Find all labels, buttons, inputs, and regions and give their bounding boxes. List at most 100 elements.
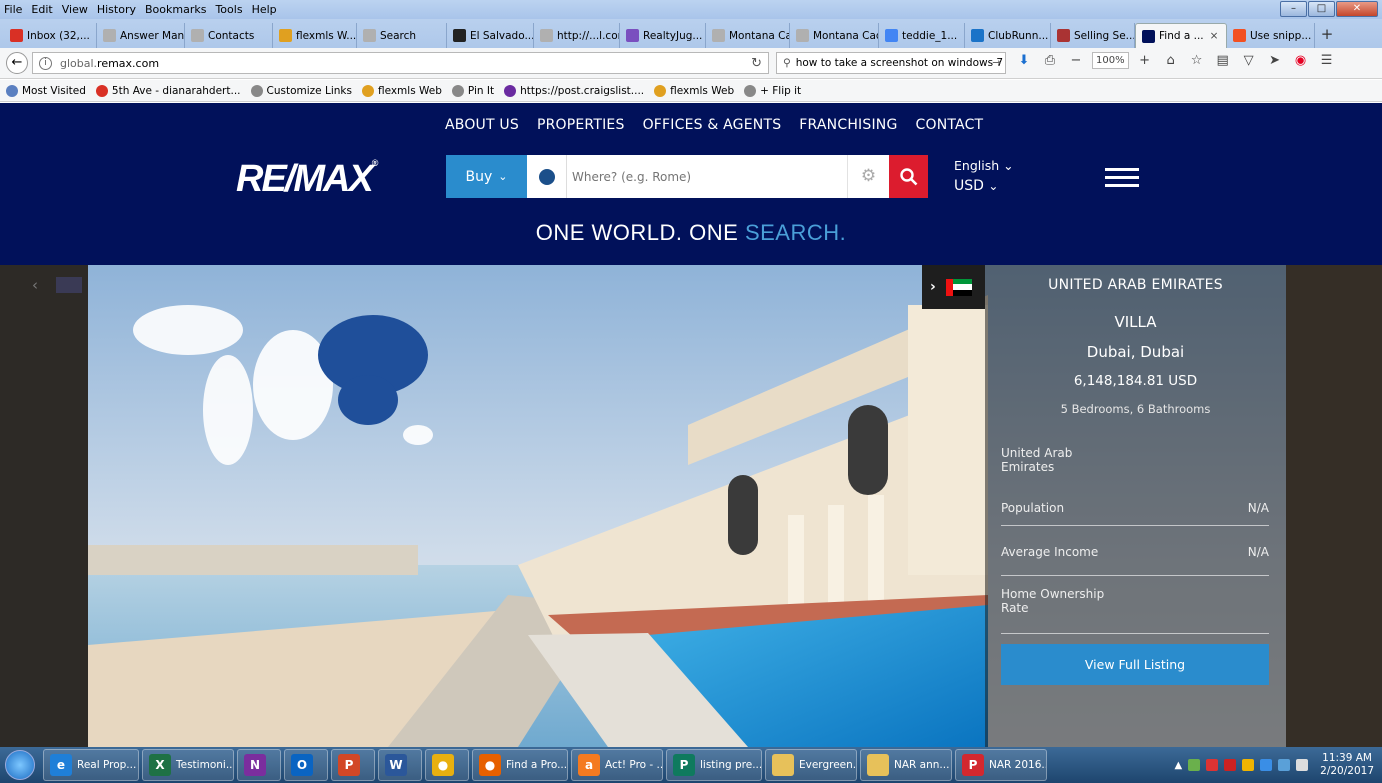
bookmark-item[interactable]: https://post.craigslist....: [504, 84, 644, 97]
search-button[interactable]: [889, 155, 928, 198]
system-clock[interactable]: 11:39 AM 2/20/2017: [1320, 752, 1374, 778]
menu-icon[interactable]: ☰: [1317, 53, 1337, 68]
tray-app-icon[interactable]: [1242, 759, 1255, 771]
search-go-icon[interactable]: →: [992, 57, 1001, 69]
home-icon[interactable]: ⌂: [1161, 53, 1181, 68]
search-bar[interactable]: ⚲ how to take a screenshot on windows 7 …: [776, 52, 1006, 74]
taskbar-button[interactable]: a Act! Pro - ...: [571, 749, 663, 781]
taskbar-button[interactable]: Evergreen...: [765, 749, 857, 781]
bookmark-item[interactable]: flexmls Web: [361, 84, 442, 97]
browser-tab[interactable]: Montana Cad...: [706, 23, 790, 48]
taskbar-button[interactable]: ●: [425, 749, 469, 781]
tray-volume-icon[interactable]: [1296, 759, 1309, 771]
taskbar-button[interactable]: ● Find a Pro...: [472, 749, 568, 781]
gear-icon[interactable]: ⚙: [847, 155, 889, 198]
taskbar-button[interactable]: P: [331, 749, 375, 781]
nav-contact[interactable]: CONTACT: [916, 117, 984, 133]
globe-icon[interactable]: [527, 155, 567, 198]
buy-label: Buy: [465, 168, 493, 185]
url-bar[interactable]: i global. remax.com ↻: [32, 52, 769, 74]
taskbar-button[interactable]: W: [378, 749, 422, 781]
reload-icon[interactable]: ↻: [751, 56, 762, 71]
menu-tools[interactable]: Tools: [215, 3, 242, 16]
taskbar-button[interactable]: N: [237, 749, 281, 781]
menu-bookmarks[interactable]: Bookmarks: [145, 3, 206, 16]
bookmark-item[interactable]: Most Visited: [6, 84, 86, 97]
browser-tab[interactable]: ClubRunn...: [965, 23, 1051, 48]
firefox-icon: ●: [479, 754, 501, 776]
url-prefix: global.: [60, 56, 98, 70]
nav-offices-agents[interactable]: OFFICES & AGENTS: [643, 117, 782, 133]
menu-edit[interactable]: Edit: [31, 3, 52, 16]
menu-file[interactable]: File: [4, 3, 22, 16]
bookmark-item[interactable]: Customize Links: [250, 84, 352, 97]
send-icon[interactable]: ➤: [1265, 53, 1285, 68]
browser-tab[interactable]: RealtyJug...: [620, 23, 706, 48]
next-country-button[interactable]: ›: [922, 265, 985, 309]
print-icon[interactable]: ⎙: [1040, 53, 1060, 68]
previous-slide[interactable]: ‹: [0, 265, 88, 747]
pocket-icon[interactable]: ▽: [1239, 53, 1259, 68]
nav-properties[interactable]: PROPERTIES: [537, 117, 625, 133]
browser-tab[interactable]: Inbox (32,...: [4, 23, 97, 48]
remax-logo[interactable]: RE/MAX®: [236, 158, 378, 201]
tray-network-icon[interactable]: [1278, 759, 1291, 771]
menu-help[interactable]: Help: [252, 3, 277, 16]
view-full-listing-button[interactable]: View Full Listing: [1001, 644, 1269, 685]
taskbar-button[interactable]: Plisting pre...: [666, 749, 762, 781]
download-icon[interactable]: ⬇: [1014, 53, 1034, 68]
browser-tab[interactable]: Contacts: [185, 23, 273, 48]
next-slide-preview[interactable]: [1286, 265, 1382, 747]
menu-view[interactable]: View: [62, 3, 88, 16]
start-button[interactable]: [0, 748, 40, 782]
top-navigation: ABOUT US PROPERTIES OFFICES & AGENTS FRA…: [445, 117, 983, 133]
browser-tab[interactable]: Search: [357, 23, 447, 48]
bookmark-star-icon[interactable]: ☆: [1187, 53, 1207, 68]
browser-tab[interactable]: http://...l.com/: [534, 23, 620, 48]
nav-franchising[interactable]: FRANCHISING: [799, 117, 897, 133]
menu-history[interactable]: History: [97, 3, 136, 16]
browser-tab[interactable]: flexmls W...: [273, 23, 357, 48]
buy-dropdown[interactable]: Buy ⌄: [446, 155, 527, 198]
minimize-button[interactable]: –: [1280, 1, 1307, 17]
tray-expand-icon[interactable]: ▲: [1174, 760, 1182, 771]
bookmark-item[interactable]: + Flip it: [744, 84, 801, 97]
browser-tab[interactable]: Use snipp...: [1227, 23, 1315, 48]
act-icon: a: [578, 754, 600, 776]
location-search-input[interactable]: [567, 155, 847, 198]
browser-tab[interactable]: Find a ... ×: [1135, 23, 1227, 48]
bookmark-item[interactable]: 5th Ave - dianarahdert...: [95, 84, 241, 97]
pinterest-icon[interactable]: ◉: [1291, 53, 1311, 68]
tray-app-icon[interactable]: [1260, 759, 1273, 771]
reader-icon[interactable]: ▤: [1213, 53, 1233, 68]
taskbar-button[interactable]: NAR ann...: [860, 749, 952, 781]
zoom-level[interactable]: 100%: [1092, 52, 1129, 69]
browser-tab[interactable]: Montana Cad...: [790, 23, 879, 48]
nav-about-us[interactable]: ABOUT US: [445, 117, 519, 133]
browser-tab[interactable]: Selling Se...: [1051, 23, 1135, 48]
site-info-icon[interactable]: i: [39, 56, 52, 70]
taskbar-button[interactable]: X Testimoni...: [142, 749, 234, 781]
zoom-in-icon[interactable]: +: [1135, 53, 1155, 68]
back-button[interactable]: ←: [6, 52, 28, 74]
tray-app-icon[interactable]: [1224, 759, 1237, 771]
browser-tab[interactable]: teddie_1...: [879, 23, 965, 48]
close-window-button[interactable]: ✕: [1336, 1, 1378, 17]
language-dropdown[interactable]: English ⌄: [954, 156, 1014, 176]
close-tab-icon[interactable]: ×: [1210, 30, 1219, 42]
taskbar-button[interactable]: e Real Prop...: [43, 749, 139, 781]
currency-dropdown[interactable]: USD ⌄: [954, 176, 1014, 196]
taskbar-button[interactable]: O: [284, 749, 328, 781]
taskbar-button[interactable]: P NAR 2016...: [955, 749, 1047, 781]
zoom-out-icon[interactable]: −: [1066, 53, 1086, 68]
bookmark-item[interactable]: flexmls Web: [654, 84, 734, 97]
hamburger-menu-icon[interactable]: [1105, 168, 1139, 192]
browser-tab[interactable]: Answer Man: ...: [97, 23, 185, 48]
browser-tab[interactable]: El Salvado...: [447, 23, 534, 48]
chevron-left-icon[interactable]: ‹: [32, 276, 38, 294]
maximize-button[interactable]: □: [1308, 1, 1335, 17]
tray-app-icon[interactable]: [1188, 759, 1201, 771]
bookmark-item[interactable]: Pin It: [451, 84, 494, 97]
new-tab-button[interactable]: +: [1315, 23, 1339, 48]
tray-app-icon[interactable]: [1206, 759, 1219, 771]
